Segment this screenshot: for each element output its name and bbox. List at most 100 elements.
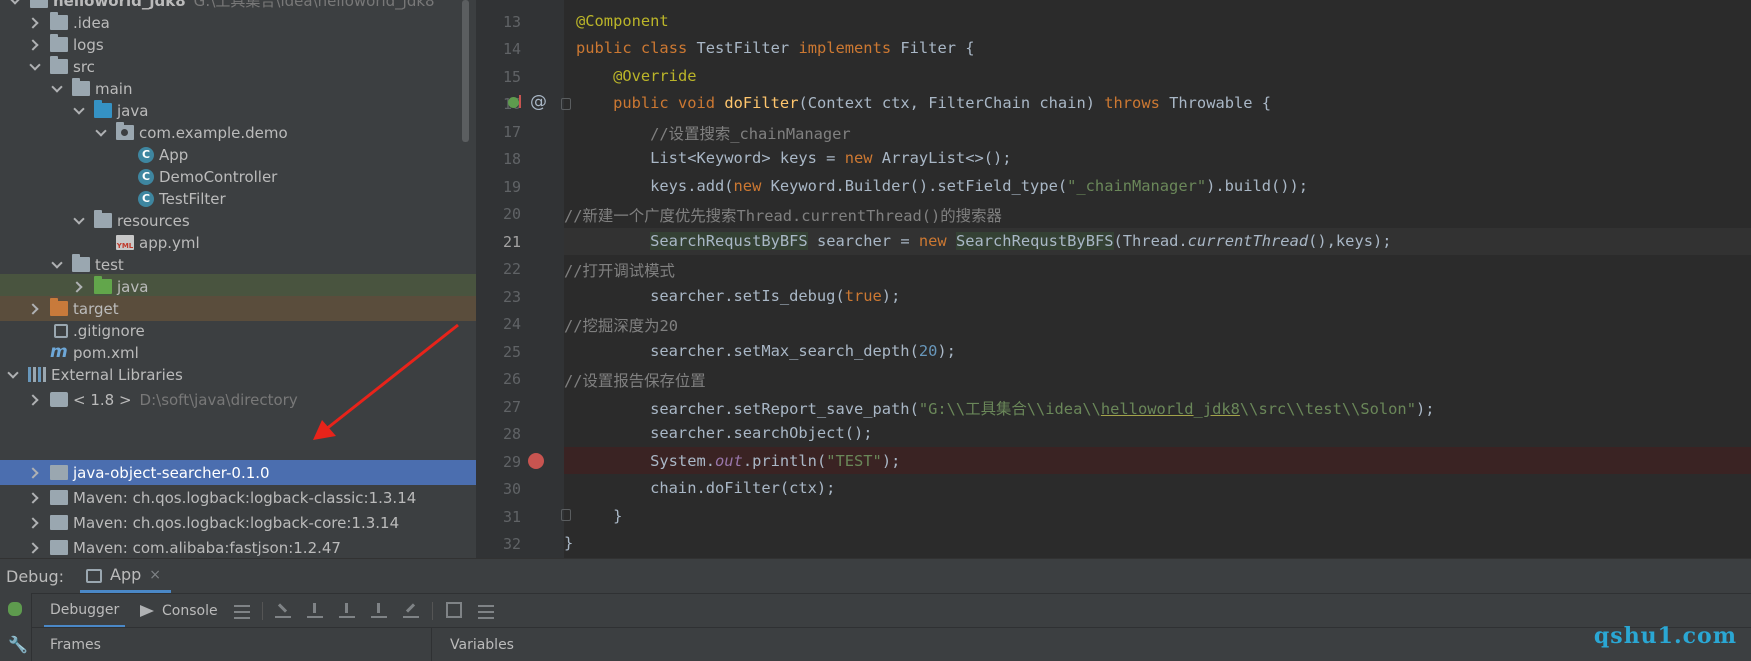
tree-item-java-object-searcher[interactable]: java-object-searcher-0.1.0 [0,460,476,485]
step-into-icon[interactable] [307,602,323,618]
code-line-28[interactable]: searcher.searchObject(); [576,424,873,442]
line-number: 30 [502,480,521,498]
tree-item-label: main [95,79,133,98]
trace-icon[interactable] [478,605,494,619]
tree-scrollbar[interactable] [462,0,469,142]
tree-item-label: Maven: ch.qos.logback:logback-core:1.3.1… [73,513,400,532]
code-line-15[interactable]: @Override [576,67,696,85]
chevron-right-icon[interactable] [28,302,42,316]
chevron-down-icon[interactable] [72,104,86,118]
bug-icon[interactable] [8,602,22,616]
code-token: helloworld [1100,400,1194,418]
code-token: new [733,177,762,195]
tab-console-label: Console [162,603,218,619]
chevron-right-icon[interactable] [28,16,42,30]
line-number-current: 21 [502,233,521,251]
menu-icon[interactable] [234,605,250,619]
code-line-19[interactable]: keys.add(new Keyword.Builder().setField_… [576,177,1308,195]
tree-item-label: target [73,299,119,318]
tree-item-jdk[interactable]: < 1.8 > D:\soft\java\directory [0,387,476,412]
overrides-method-icon[interactable] [508,95,523,110]
debug-session-tab[interactable]: App × [80,559,171,593]
code-token: (),keys); [1308,232,1392,250]
yml-file-icon: YML [116,235,134,250]
arrow-glyph [405,603,416,613]
code-line-30[interactable]: chain.doFilter(ctx); [576,479,835,497]
chevron-right-icon[interactable] [28,516,42,530]
chevron-right-icon[interactable] [28,541,42,555]
code-line-31[interactable]: } [576,507,622,525]
code-token: .println( [742,452,827,470]
tab-debugger[interactable]: Debugger [44,594,126,628]
step-out-icon[interactable] [371,602,387,618]
chevron-down-icon[interactable] [50,258,64,272]
line-number: 22 [502,260,521,278]
code-line-24[interactable]: //挖掘深度为20 [564,314,678,336]
code-token: jdk8 [1202,400,1240,418]
chevron-down-icon[interactable] [50,82,64,96]
chevron-right-icon[interactable] [72,280,86,294]
annotation-icon[interactable]: @ [530,92,547,112]
force-step-into-icon[interactable] [339,602,355,618]
code-line-32[interactable]: } [564,534,573,552]
chevron-down-icon[interactable] [6,368,20,382]
close-icon[interactable]: × [149,567,161,583]
variables-label: Variables [450,637,514,653]
code-line-29[interactable]: System.out.println("TEST"); [576,452,900,470]
code-line-14[interactable]: public class TestFilter implements Filte… [576,39,975,57]
arrow-glyph [345,603,348,613]
arrow-glyph [377,603,380,613]
debug-side-toolbar: 🔧 [0,593,32,661]
code-token: Filter { [891,39,975,57]
code-token: TestFilter [687,39,799,57]
fold-icon[interactable] [561,509,571,521]
line-number: 28 [502,425,521,443]
code-token: _ [1193,400,1203,418]
code-token: "TEST" [826,452,882,470]
chevron-down-icon[interactable] [72,214,86,228]
code-token: "G:\\工具集合\\idea\\ [918,400,1101,418]
tree-item-fastjson[interactable]: Maven: com.alibaba:fastjson:1.2.47 [0,535,476,558]
code-line-22[interactable]: //打开调试模式 [564,259,675,281]
jdk-icon [50,392,68,407]
code-line-20[interactable]: //新建一个广度优先搜索Thread.currentThread()的搜索器 [564,204,1002,226]
wrench-icon[interactable]: 🔧 [8,637,28,653]
tree-item-logback-core[interactable]: Maven: ch.qos.logback:logback-core:1.3.1… [0,510,476,535]
code-line-26[interactable]: //设置报告保存位置 [564,369,706,391]
code-editor[interactable]: 13 14 15 16 17 18 19 20 21 22 23 24 25 2… [476,0,1751,558]
code-token: searcher.searchObject(); [576,424,873,442]
arrow-glyph [313,603,316,613]
code-token: (Thread. [1113,232,1188,250]
gitignore-icon [54,323,68,338]
tree-item-logback-classic[interactable]: Maven: ch.qos.logback:logback-classic:1.… [0,485,476,510]
code-token: true [844,287,882,305]
code-line-18[interactable]: List<Keyword> keys = new ArrayList<>(); [576,149,1011,167]
code-line-27[interactable]: searcher.setReport_save_path("G:\\工具集合\\… [576,397,1434,419]
chevron-right-icon[interactable] [28,38,42,52]
code-token: ); [881,287,901,305]
chevron-down-icon[interactable] [94,126,108,140]
code-token: doFilter [724,94,799,112]
chevron-right-icon[interactable] [28,491,42,505]
code-line-13[interactable]: @Component [576,12,669,30]
code-line-17[interactable]: //设置搜索_chainManager [576,122,851,144]
tab-console[interactable]: Console [140,594,218,628]
chevron-down-icon[interactable] [8,0,22,8]
chevron-right-icon[interactable] [28,393,42,407]
step-over-icon[interactable] [275,602,291,618]
run-to-cursor-icon[interactable] [403,602,419,618]
chevron-right-icon[interactable] [28,466,42,480]
evaluate-expression-icon[interactable] [446,602,462,618]
tree-item-label: DemoController [159,167,278,186]
code-line-23[interactable]: searcher.setIs_debug(true); [576,287,900,305]
fold-icon[interactable] [561,98,571,110]
code-line-25[interactable]: searcher.setMax_search_depth(20); [576,342,956,360]
tree-item-external-libraries[interactable]: External Libraries [0,362,476,387]
folder-icon [72,254,90,272]
breakpoint-icon[interactable] [528,453,544,469]
chevron-down-icon[interactable] [28,60,42,74]
code-line-21[interactable]: SearchRequstByBFS searcher = new SearchR… [576,232,1392,250]
code-line-16[interactable]: public void doFilter(Context ctx, Filter… [576,94,1271,112]
